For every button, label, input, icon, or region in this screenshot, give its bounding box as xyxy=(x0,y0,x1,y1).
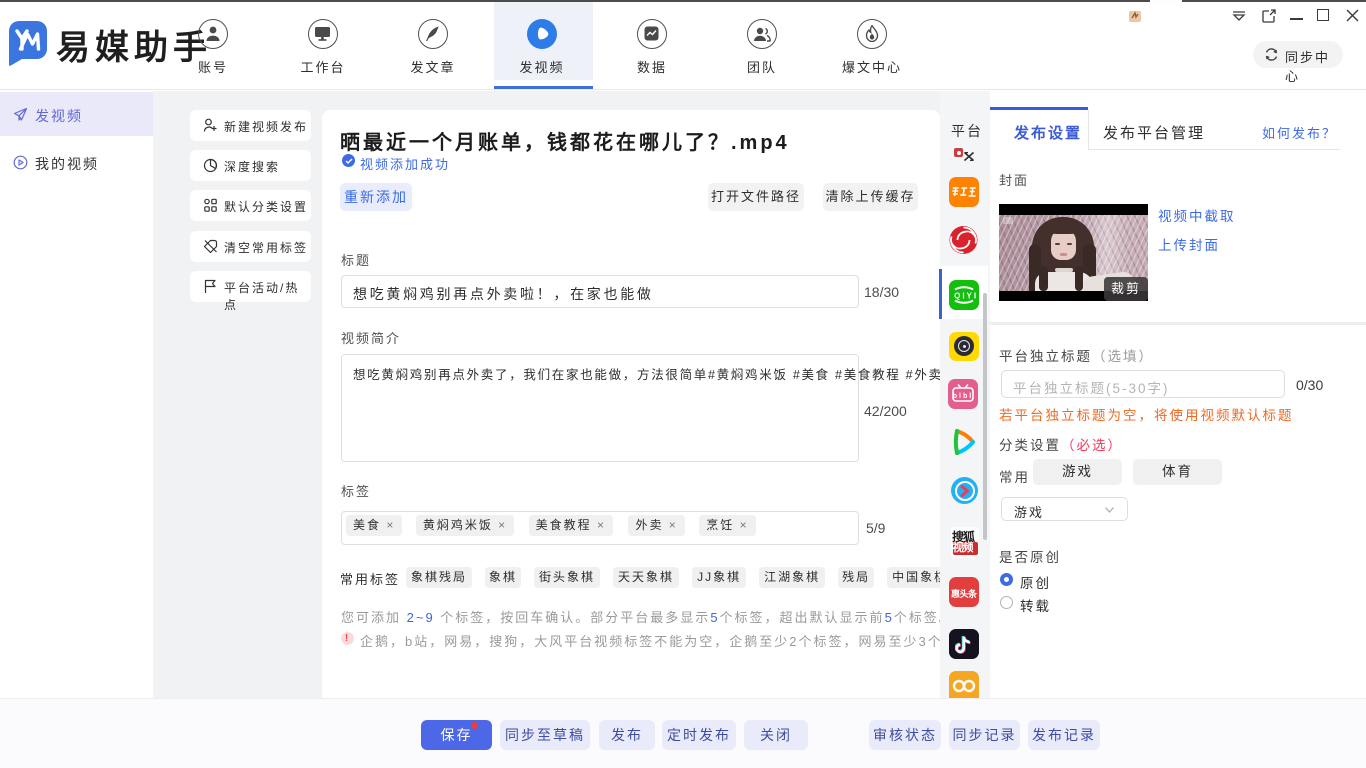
svg-text:iQIYI: iQIYI xyxy=(952,292,976,301)
svg-text:blbl: blbl xyxy=(953,393,973,400)
